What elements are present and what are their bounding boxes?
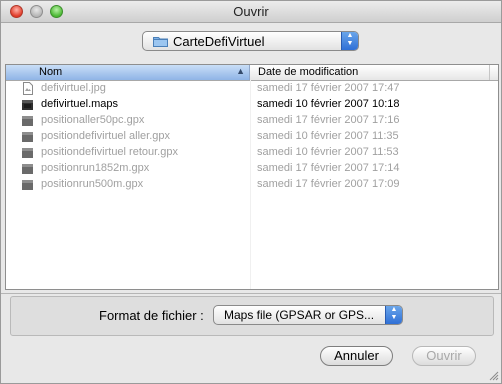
name-column-label: Nom [39,66,63,78]
file-name: defivirtuel.maps [41,98,119,110]
file-name: defivirtuel.jpg [41,82,106,94]
open-dialog-window: Ouvrir CarteDefiVirtuel ▲ ▼ Nom ▲ Date de… [0,0,502,384]
location-bar: CarteDefiVirtuel ▲ ▼ [1,23,501,63]
list-header: Nom ▲ Date de modification [6,65,498,81]
column-separator [489,65,490,80]
file-format-label: Format de fichier : [99,308,204,323]
folder-name: CarteDefiVirtuel [173,34,265,49]
name-column-header[interactable]: Nom ▲ [6,65,250,80]
file-date: samedi 10 février 2007 11:53 [257,146,399,158]
file-row[interactable]: positionaller50pc.gpx samedi 17 février … [6,113,498,129]
file-name: positionaller50pc.gpx [41,114,145,126]
file-browser-list[interactable]: Nom ▲ Date de modification defivirtuel.j… [5,64,499,290]
file-name: positiondefivirtuel aller.gpx [41,130,171,142]
file-date: samedi 17 février 2007 17:16 [257,114,400,126]
file-format-panel: Format de fichier : Maps file (GPSAR or … [10,296,494,336]
file-date: samedi 17 février 2007 17:14 [257,162,400,174]
gpx-file-icon [22,148,33,158]
file-format-value: Maps file (GPSAR or GPS... [224,308,375,322]
sort-ascending-icon: ▲ [236,66,245,76]
image-file-icon [23,82,33,95]
cancel-button[interactable]: Annuler [320,346,393,366]
gpx-file-icon [22,180,33,190]
gpx-file-icon [22,132,33,142]
date-column-header[interactable]: Date de modification [258,66,358,78]
file-row[interactable]: defivirtuel.maps samedi 10 février 2007 … [6,97,498,113]
file-date: samedi 17 février 2007 17:47 [257,82,400,94]
file-format-popup[interactable]: Maps file (GPSAR or GPS... ▲ ▼ [213,305,403,325]
window-title: Ouvrir [233,4,269,19]
maps-file-icon [22,100,33,110]
popup-arrows-icon: ▲ ▼ [385,306,402,324]
folder-location-popup[interactable]: CarteDefiVirtuel ▲ ▼ [142,31,359,51]
file-row[interactable]: positiondefivirtuel aller.gpx samedi 10 … [6,129,498,145]
title-bar[interactable]: Ouvrir [1,1,501,23]
file-name: positionrun1852m.gpx [41,162,150,174]
file-row[interactable]: defivirtuel.jpg samedi 17 février 2007 1… [6,81,498,97]
divider [1,293,501,294]
popup-arrows-icon: ▲ ▼ [341,32,358,50]
file-name: positionrun500m.gpx [41,178,144,190]
gpx-file-icon [22,116,33,126]
file-row[interactable]: positiondefivirtuel retour.gpx samedi 10… [6,145,498,161]
file-date: samedi 10 février 2007 11:35 [257,130,399,142]
file-name: positiondefivirtuel retour.gpx [41,146,178,158]
file-row[interactable]: positionrun1852m.gpx samedi 17 février 2… [6,161,498,177]
file-date: samedi 17 février 2007 17:09 [257,178,400,190]
open-button[interactable]: Ouvrir [412,346,476,366]
gpx-file-icon [22,164,33,174]
file-date: samedi 10 février 2007 10:18 [257,98,400,110]
file-row[interactable]: positionrun500m.gpx samedi 17 février 20… [6,177,498,193]
resize-grip-icon[interactable] [489,371,499,381]
folder-icon [153,37,168,47]
